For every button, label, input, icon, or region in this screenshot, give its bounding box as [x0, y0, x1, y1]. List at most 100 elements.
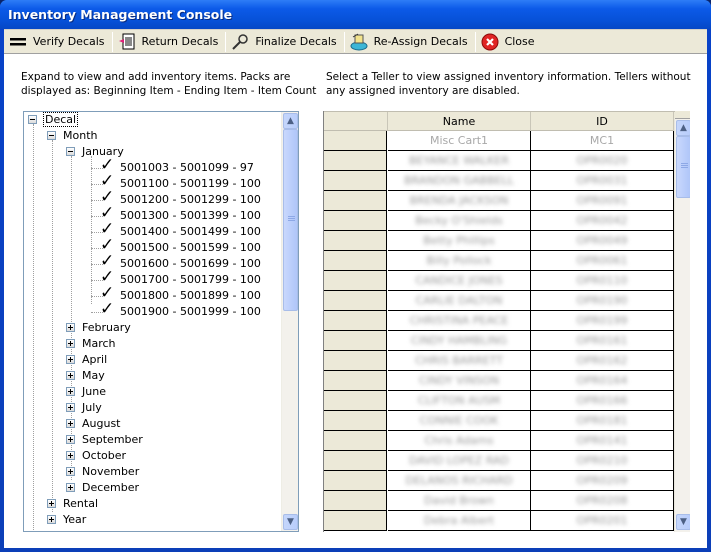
cell-name[interactable]: CLIFTON AUSM: [388, 391, 531, 411]
table-row[interactable]: CHRISTINA PEACE OPR0199: [324, 311, 675, 331]
expand-icon[interactable]: [66, 339, 75, 348]
cell-name[interactable]: CARLIE DALTON: [388, 291, 531, 311]
grid-scrollbar[interactable]: ▲ ▼: [674, 119, 690, 532]
cell-id[interactable]: OPR0181: [531, 411, 674, 431]
cell-name[interactable]: BRENDA JACKSON: [388, 191, 531, 211]
cell-id[interactable]: OPR0020: [531, 151, 674, 171]
table-row[interactable]: CARLIE DALTON OPR0190: [324, 291, 675, 311]
cell-id[interactable]: OPR0199: [531, 311, 674, 331]
row-selector[interactable]: [324, 491, 387, 511]
cell-id[interactable]: OPR0049: [531, 231, 674, 251]
row-selector[interactable]: [324, 191, 387, 211]
row-selector[interactable]: [324, 331, 387, 351]
collapse-icon[interactable]: [66, 147, 75, 156]
cell-name[interactable]: Becky O'Shields: [388, 211, 531, 231]
cell-id[interactable]: OPR0209: [531, 471, 674, 491]
cell-name[interactable]: David Brown: [388, 491, 531, 511]
expand-icon[interactable]: [66, 435, 75, 444]
close-button[interactable]: Close: [476, 30, 542, 53]
table-row[interactable]: Billy Pollock OPR0061: [324, 251, 675, 271]
row-selector[interactable]: [324, 291, 387, 311]
table-row[interactable]: CINDY VINSON OPR0164: [324, 371, 675, 391]
cell-name[interactable]: Betty Phillips: [388, 231, 531, 251]
row-selector[interactable]: [324, 211, 387, 231]
expand-icon[interactable]: [66, 419, 75, 428]
table-row[interactable]: DAVID LOPEZ RAD OPR0210: [324, 451, 675, 471]
row-selector[interactable]: [324, 451, 387, 471]
cell-id[interactable]: MC1: [531, 131, 674, 151]
row-selector[interactable]: [324, 511, 387, 531]
cell-name[interactable]: CINDY HAMBLING: [388, 331, 531, 351]
cell-id[interactable]: OPR0141: [531, 431, 674, 451]
cell-name[interactable]: Chris Adams: [388, 431, 531, 451]
tree-scrollbar[interactable]: ▲ ▼: [281, 112, 298, 531]
cell-id[interactable]: OPR0161: [531, 331, 674, 351]
row-selector[interactable]: [324, 151, 387, 171]
row-selector[interactable]: [324, 371, 387, 391]
row-selector[interactable]: [324, 251, 387, 271]
finalize-decals-button[interactable]: Finalize Decals: [226, 30, 343, 53]
inventory-tree[interactable]: Decal Month January ✓ 5001003 - 5001099 -…: [23, 111, 299, 532]
table-row[interactable]: DELANOS RICHARD OPR0209: [324, 471, 675, 491]
scroll-up-button[interactable]: ▲: [283, 113, 298, 129]
return-decals-button[interactable]: Return Decals: [113, 30, 226, 53]
expand-icon[interactable]: [66, 323, 75, 332]
row-selector[interactable]: [324, 391, 387, 411]
collapse-icon[interactable]: [47, 131, 56, 140]
cell-name[interactable]: Billy Pollock: [388, 251, 531, 271]
table-row[interactable]: CLIFTON AUSM OPR0166: [324, 391, 675, 411]
row-selector[interactable]: [324, 411, 387, 431]
cell-id[interactable]: OPR0042: [531, 211, 674, 231]
cell-id[interactable]: OPR0061: [531, 251, 674, 271]
header-id[interactable]: ID: [531, 112, 674, 131]
scroll-thumb[interactable]: [676, 136, 690, 198]
cell-id[interactable]: OPR0162: [531, 351, 674, 371]
scroll-thumb[interactable]: [283, 129, 298, 311]
expand-icon[interactable]: [66, 371, 75, 380]
table-row[interactable]: BEYANCE WALKER OPR0020: [324, 151, 675, 171]
table-row[interactable]: Betty Phillips OPR0049: [324, 231, 675, 251]
row-selector[interactable]: [324, 131, 387, 151]
expand-icon[interactable]: [66, 403, 75, 412]
cell-id[interactable]: OPR0031: [531, 171, 674, 191]
table-row[interactable]: CANDICE JONES OPR0110: [324, 271, 675, 291]
scroll-up-button[interactable]: ▲: [676, 120, 690, 136]
row-selector[interactable]: [324, 231, 387, 251]
expand-icon[interactable]: [66, 355, 75, 364]
teller-grid[interactable]: Name ID Misc Cart1 MC1 BEYANCE WALKER OPR00…: [323, 111, 690, 532]
cell-id[interactable]: OPR0091: [531, 191, 674, 211]
cell-name[interactable]: BEYANCE WALKER: [388, 151, 531, 171]
row-selector[interactable]: [324, 271, 387, 291]
row-selector[interactable]: [324, 431, 387, 451]
table-row[interactable]: CONNIE COOK OPR0181: [324, 411, 675, 431]
cell-id[interactable]: OPR0208: [531, 491, 674, 511]
expand-icon[interactable]: [66, 467, 75, 476]
row-selector[interactable]: [324, 171, 387, 191]
cell-name[interactable]: DAVID LOPEZ RAD: [388, 451, 531, 471]
table-row[interactable]: David Brown OPR0208: [324, 491, 675, 511]
table-row[interactable]: CHRIS BARRETT OPR0162: [324, 351, 675, 371]
cell-name[interactable]: CHRISTINA PEACE: [388, 311, 531, 331]
table-row[interactable]: Becky O'Shields OPR0042: [324, 211, 675, 231]
cell-name[interactable]: BRANDON GABBELL: [388, 171, 531, 191]
cell-id[interactable]: OPR0190: [531, 291, 674, 311]
cell-name[interactable]: CHRIS BARRETT: [388, 351, 531, 371]
cell-id[interactable]: OPR0166: [531, 391, 674, 411]
expand-icon[interactable]: [66, 483, 75, 492]
cell-name[interactable]: DELANOS RICHARD: [388, 471, 531, 491]
scroll-down-button[interactable]: ▼: [676, 514, 690, 530]
verify-decals-button[interactable]: Verify Decals: [4, 30, 112, 53]
title-bar[interactable]: Inventory Management Console: [0, 0, 711, 29]
row-selector[interactable]: [324, 351, 387, 371]
cell-name[interactable]: CINDY VINSON: [388, 371, 531, 391]
collapse-icon[interactable]: [28, 115, 37, 124]
expand-icon[interactable]: [47, 515, 56, 524]
expand-icon[interactable]: [66, 387, 75, 396]
row-selector[interactable]: [324, 311, 387, 331]
cell-name[interactable]: CONNIE COOK: [388, 411, 531, 431]
table-row[interactable]: BRANDON GABBELL OPR0031: [324, 171, 675, 191]
header-name[interactable]: Name: [388, 112, 531, 131]
table-row[interactable]: BRENDA JACKSON OPR0091: [324, 191, 675, 211]
expand-icon[interactable]: [66, 451, 75, 460]
row-selector[interactable]: [324, 471, 387, 491]
